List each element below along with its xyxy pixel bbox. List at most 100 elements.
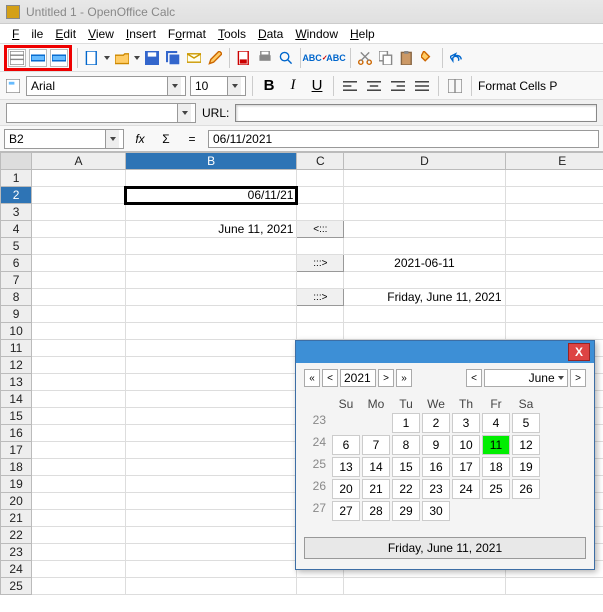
row-header[interactable]: 5 xyxy=(1,238,32,255)
calendar-day[interactable]: 12 xyxy=(512,435,540,455)
calendar-day[interactable]: 10 xyxy=(452,435,480,455)
align-center-icon[interactable] xyxy=(364,76,384,96)
calendar-day[interactable]: 5 xyxy=(512,413,540,433)
calendar-day[interactable]: 28 xyxy=(362,501,390,521)
menu-edit[interactable]: Edit xyxy=(49,25,82,43)
size-dropdown-icon[interactable] xyxy=(227,77,241,95)
row-header[interactable]: 3 xyxy=(1,204,32,221)
custom-tool-2[interactable] xyxy=(29,49,47,67)
row-header[interactable]: 25 xyxy=(1,578,32,595)
row-header[interactable]: 17 xyxy=(1,442,32,459)
print-icon[interactable] xyxy=(256,49,274,67)
open-icon[interactable] xyxy=(113,49,131,67)
merge-cells-icon[interactable] xyxy=(445,76,465,96)
row-header[interactable]: 23 xyxy=(1,544,32,561)
export-pdf-icon[interactable] xyxy=(235,49,253,67)
menu-tools[interactable]: Tools xyxy=(212,25,252,43)
row-header[interactable]: 10 xyxy=(1,323,32,340)
calendar-day[interactable]: 14 xyxy=(362,457,390,477)
preview-icon[interactable] xyxy=(277,49,295,67)
url-history-combo[interactable] xyxy=(6,103,196,123)
calendar-day[interactable]: 2 xyxy=(422,413,450,433)
row-header[interactable]: 16 xyxy=(1,425,32,442)
format-paint-icon[interactable] xyxy=(419,49,437,67)
row-header[interactable]: 6 xyxy=(1,255,32,272)
calendar-day[interactable]: 9 xyxy=(422,435,450,455)
calendar-day[interactable]: 4 xyxy=(482,413,510,433)
font-size-input[interactable] xyxy=(191,79,227,93)
font-name-input[interactable] xyxy=(27,79,167,93)
edit-icon[interactable] xyxy=(206,49,224,67)
row-header[interactable]: 11 xyxy=(1,340,32,357)
menu-view[interactable]: View xyxy=(82,25,120,43)
calendar-titlebar[interactable]: X xyxy=(296,341,594,363)
equals-icon[interactable]: = xyxy=(182,129,202,149)
calendar-day[interactable]: 22 xyxy=(392,479,420,499)
menu-data[interactable]: Data xyxy=(252,25,289,43)
row-header[interactable]: 13 xyxy=(1,374,32,391)
calendar-close-button[interactable]: X xyxy=(568,343,590,361)
cell-reference-input[interactable] xyxy=(5,132,105,146)
cell-C8[interactable]: :::> xyxy=(297,289,344,306)
align-left-icon[interactable] xyxy=(340,76,360,96)
cell-C6[interactable]: :::> xyxy=(297,255,344,272)
calendar-day[interactable]: 29 xyxy=(392,501,420,521)
url-dropdown-icon[interactable] xyxy=(177,104,191,122)
paste-icon[interactable] xyxy=(398,49,416,67)
calendar-day[interactable]: 21 xyxy=(362,479,390,499)
calendar-day[interactable]: 1 xyxy=(392,413,420,433)
namebox-dropdown-icon[interactable] xyxy=(105,130,119,148)
name-box[interactable] xyxy=(4,129,124,149)
mail-icon[interactable] xyxy=(185,49,203,67)
custom-tool-3[interactable] xyxy=(50,49,68,67)
cut-icon[interactable] xyxy=(356,49,374,67)
calendar-day[interactable]: 20 xyxy=(332,479,360,499)
calendar-day[interactable]: 15 xyxy=(392,457,420,477)
font-size-combo[interactable] xyxy=(190,76,246,96)
menu-window[interactable]: Window xyxy=(289,25,344,43)
col-header-D[interactable]: D xyxy=(344,153,505,170)
calendar-day[interactable]: 6 xyxy=(332,435,360,455)
row-header[interactable]: 20 xyxy=(1,493,32,510)
function-wizard-icon[interactable]: fx xyxy=(130,129,150,149)
select-all-corner[interactable] xyxy=(1,153,32,170)
row-header[interactable]: 4 xyxy=(1,221,32,238)
menu-format[interactable]: Format xyxy=(162,25,212,43)
calendar-day[interactable]: 16 xyxy=(422,457,450,477)
row-header[interactable]: 9 xyxy=(1,306,32,323)
spellcheck-icon[interactable]: ABC✓ xyxy=(306,49,324,67)
custom-tool-1[interactable] xyxy=(8,49,26,67)
calendar-day[interactable]: 24 xyxy=(452,479,480,499)
sum-icon[interactable]: Σ xyxy=(156,129,176,149)
row-header[interactable]: 2 xyxy=(1,187,32,204)
copy-icon[interactable] xyxy=(377,49,395,67)
url-input[interactable] xyxy=(235,104,597,122)
calendar-day[interactable]: 23 xyxy=(422,479,450,499)
bold-button[interactable]: B xyxy=(259,76,279,96)
calendar-day[interactable]: 18 xyxy=(482,457,510,477)
calendar-day[interactable]: 7 xyxy=(362,435,390,455)
col-header-E[interactable]: E xyxy=(505,153,603,170)
calendar-day[interactable]: 25 xyxy=(482,479,510,499)
row-header[interactable]: 18 xyxy=(1,459,32,476)
calendar-day[interactable]: 19 xyxy=(512,457,540,477)
new-dropdown-icon[interactable] xyxy=(104,56,110,60)
undo-icon[interactable] xyxy=(448,49,466,67)
save-all-icon[interactable] xyxy=(164,49,182,67)
cell-B4[interactable]: June 11, 2021 xyxy=(125,221,297,238)
col-header-B[interactable]: B xyxy=(125,153,297,170)
month-prev-button[interactable]: < xyxy=(466,369,482,387)
align-justify-icon[interactable] xyxy=(412,76,432,96)
row-header[interactable]: 12 xyxy=(1,357,32,374)
row-header[interactable]: 15 xyxy=(1,408,32,425)
format-cells-label[interactable]: Format Cells P xyxy=(478,79,557,93)
calendar-day[interactable]: 8 xyxy=(392,435,420,455)
formula-input[interactable]: 06/11/2021 xyxy=(213,132,272,146)
cell-D6[interactable]: 2021-06-11 xyxy=(344,255,505,272)
calendar-day[interactable]: 3 xyxy=(452,413,480,433)
row-header[interactable]: 24 xyxy=(1,561,32,578)
font-dropdown-icon[interactable] xyxy=(167,77,181,95)
calendar-day[interactable]: 26 xyxy=(512,479,540,499)
col-header-A[interactable]: A xyxy=(32,153,126,170)
calendar-day[interactable]: 27 xyxy=(332,501,360,521)
